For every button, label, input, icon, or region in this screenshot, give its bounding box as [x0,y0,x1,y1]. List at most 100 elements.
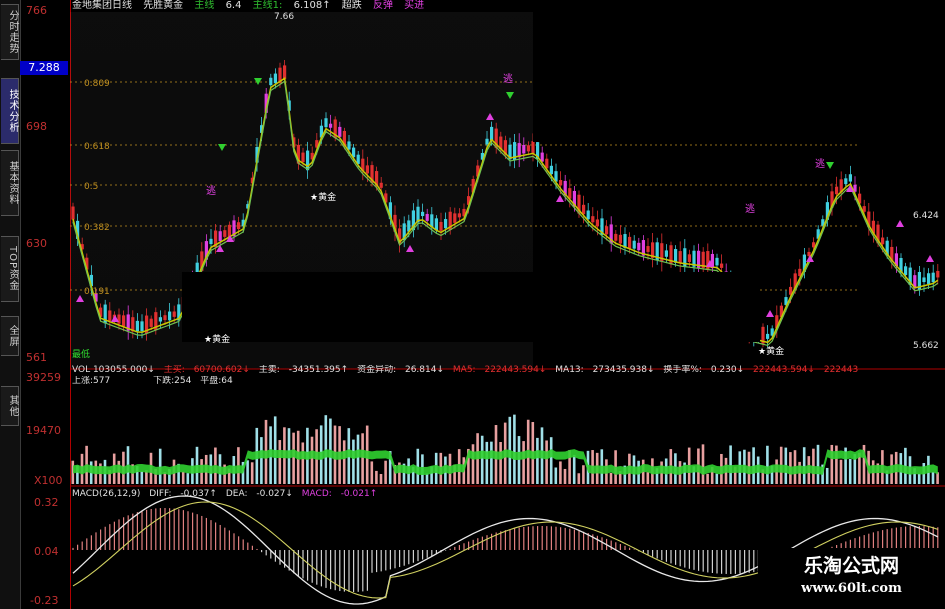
candle-body [591,216,595,223]
volume-bar [517,436,521,484]
macd-value: -0.021↑ [340,489,378,499]
decline-count: 下跌:254 [153,376,192,386]
candle-body [674,249,678,263]
gold-signal-label: ★黄金 [310,191,336,203]
volume-bar [471,444,475,484]
escape-flag: 逃 [745,202,755,215]
candle-body [586,210,590,220]
volume-bar [158,448,162,484]
candle-body [218,231,222,242]
candle-body [931,272,935,283]
ma13-value: 273435.938↓ [592,365,655,375]
macd-axis-label: -0.23 [30,594,59,607]
volume-bar [582,465,585,484]
candle-body [439,221,443,231]
candle-body [140,321,144,332]
dark-region [182,272,760,342]
candle-body [324,118,328,128]
candle-body [434,218,438,231]
stock-name: 金地集团日线 [72,0,132,11]
volume-axis-label: 19470 [26,424,61,437]
volume-bar [260,437,263,484]
candle-body [664,250,668,257]
volume-bar [310,436,314,484]
main-sell-label: 主卖: [258,365,280,375]
candle-body [347,141,351,150]
right-price-label: 6.424 [913,211,939,221]
candle-body [835,186,839,195]
volume-bar [839,459,843,484]
watermark: 乐淘公式网 www.60lt.com [758,548,945,609]
candle-body [517,143,521,158]
tab-other[interactable]: 其他 [1,386,19,426]
volume-bar [292,432,295,484]
volume-bar [375,470,378,484]
candle-body [453,213,457,223]
tab-technical-analysis[interactable]: 技术分析 [1,78,19,144]
volume-bar [729,445,732,484]
price-axis-label: 698 [26,120,47,133]
volume-bar [545,440,548,484]
candle-body [223,230,227,237]
volume-bar [425,473,429,484]
candle-body [531,141,535,154]
volume-extra-value: 222443.594↓ [753,365,815,375]
buy-label: 买进 [404,0,425,11]
candle-body [632,240,636,249]
volume-bar [563,468,567,484]
turnover-label: 换手率%: [663,365,702,375]
volume-bar [554,467,558,484]
volume-bar [384,460,387,484]
tab-top-funds[interactable]: TOP资金 [1,236,19,302]
candle-body [485,138,489,145]
buy-triangle-icon [896,220,904,227]
candle-body [425,213,429,221]
candle-body [168,311,172,321]
candle-body [457,213,461,218]
tab-fundamentals[interactable]: 基本资料 [1,150,19,216]
volume-bar [802,447,806,484]
volume-bar [480,435,484,484]
price-axis-label: 561 [26,351,47,364]
volume-bar [278,440,282,484]
volume-bar [549,437,553,484]
candle-body [678,251,682,263]
candle-body [904,266,908,276]
candle-body [269,77,273,86]
dea-value: -0.027↓ [256,489,293,499]
escape-flag: 逃 [503,72,513,85]
gold-signal-label: ★黄金 [758,345,784,357]
ma13-label: MA13: [555,365,584,375]
volume-bar [646,472,650,484]
kline-chart-area[interactable]: 7.66 最低 0.809 0.618 0.5 0.382 0.191 6.42… [70,12,945,609]
volume-bar [301,442,305,484]
candle-body [522,145,526,154]
macd-axis-label: 0.32 [34,496,59,509]
current-price-box: 7.288 [20,61,68,75]
candle-body [687,254,691,263]
volume-unit-label: X100 [34,474,63,487]
tab-fullscreen[interactable]: 全屏 [1,316,19,356]
volume-bar [513,414,516,484]
tab-intraday[interactable]: 分时走势 [1,4,19,60]
candle-body [720,263,724,268]
candle-body [936,270,940,278]
vol-value: VOL 103055.000↓ [72,365,155,375]
candle-body [227,224,231,238]
candle-body [595,219,599,227]
volume-bar [356,434,360,484]
ma5-value: 222443.594↓ [484,365,547,375]
volume-bar [181,471,185,484]
volume-bar [577,473,581,484]
candle-body [628,236,632,249]
candle-body [301,152,305,163]
candle-body [715,257,719,266]
macd-axis-label: 0.04 [34,545,59,558]
sell-triangle-icon [826,162,834,169]
price-axis-label: 630 [26,237,47,250]
candle-body [122,315,126,327]
candle-body [559,180,563,186]
macd-info-bar: MACD(26,12,9) DIFF: -0.037↑ DEA: -0.027↓… [72,489,672,500]
super-drop-label: 超跌 [341,0,362,11]
dark-region [533,12,945,142]
